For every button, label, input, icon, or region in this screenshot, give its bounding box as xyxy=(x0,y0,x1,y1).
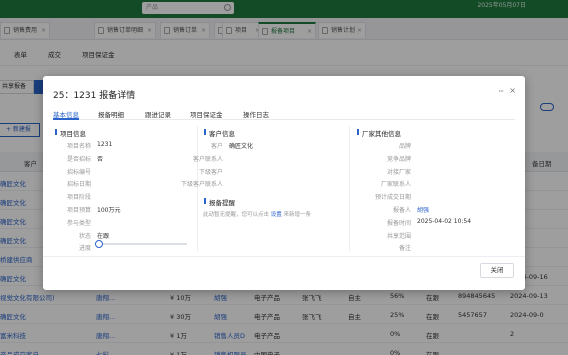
field-label: 厂家联系人 xyxy=(380,181,411,189)
field-label: 招标编号 xyxy=(66,168,91,176)
field-label: 竞争品牌 xyxy=(386,155,411,163)
field-label: 参与类型 xyxy=(66,219,91,227)
field-label: 客户 xyxy=(210,143,223,150)
field-label: 下级客户 xyxy=(198,168,223,176)
close-icon[interactable]: × xyxy=(509,86,516,95)
field-label: 项目名称 xyxy=(66,143,91,150)
field-label: 状态 xyxy=(78,232,91,240)
field-label: 是否招标 xyxy=(66,155,91,163)
field-label: 招标日期 xyxy=(66,181,91,189)
field-label: 共享范围 xyxy=(386,232,411,240)
close-button[interactable]: 关闭 xyxy=(480,263,514,278)
field-label: 项目预算 xyxy=(66,207,91,214)
progress-slider-knob[interactable] xyxy=(95,240,103,248)
field-label: 备注 xyxy=(398,245,411,253)
tab-deposit[interactable]: 项目保证金 xyxy=(190,109,223,120)
section-project-info: 项目信息 xyxy=(55,128,86,138)
field-label: 客户联系人 xyxy=(192,155,223,163)
field-label: 下级客户联系人 xyxy=(180,181,223,189)
modal-tabs: 基本信息 报备明细 跟进记录 项目保证金 操作日志 xyxy=(53,106,515,120)
field-label: 项目阶段 xyxy=(66,194,91,202)
field-label: 品牌 xyxy=(398,143,411,150)
tab-followup[interactable]: 跟进记录 xyxy=(145,109,171,120)
field-label: 对接厂家 xyxy=(386,168,411,176)
progress-slider-track[interactable] xyxy=(101,243,187,245)
modal-title: 25：1231 报备详情 xyxy=(53,91,136,101)
more-icon[interactable]: ··· xyxy=(498,87,504,96)
field-label: 报备时间 xyxy=(386,219,411,227)
reminder-setting-link[interactable]: 设置 xyxy=(271,212,282,218)
tab-report-detail[interactable]: 报备明细 xyxy=(98,109,124,120)
field-value[interactable]: 胡强 xyxy=(417,205,429,214)
tab-op-log[interactable]: 操作日志 xyxy=(243,109,269,120)
field-value: 在跟 xyxy=(97,232,110,240)
modal-footer-divider xyxy=(43,256,525,257)
field-value: 1231 xyxy=(97,141,113,148)
field-value: 确匠文化 xyxy=(229,143,254,150)
field-label: 报备人 xyxy=(392,207,411,214)
tab-basic-info[interactable]: 基本信息 xyxy=(53,109,79,120)
field-value: 否 xyxy=(97,155,104,163)
field-label: 预计成交日期 xyxy=(374,194,411,202)
section-vendor-info: 厂家其他信息 xyxy=(357,128,401,138)
field-value: 2025-04-02 10:54 xyxy=(417,217,472,225)
divider xyxy=(349,126,350,251)
field-label: 进度 xyxy=(78,245,91,253)
section-reminder: 报备提醒 xyxy=(204,197,235,207)
reminder-text: 此动暂无提醒，您可以点击 设置 来新增一条 xyxy=(203,212,312,218)
section-customer-info: 客户信息 xyxy=(204,128,235,138)
field-value: 100万元 xyxy=(97,207,121,214)
report-detail-modal: 25：1231 报备详情 ··· × 基本信息 报备明细 跟进记录 项目保证金 … xyxy=(43,76,525,290)
